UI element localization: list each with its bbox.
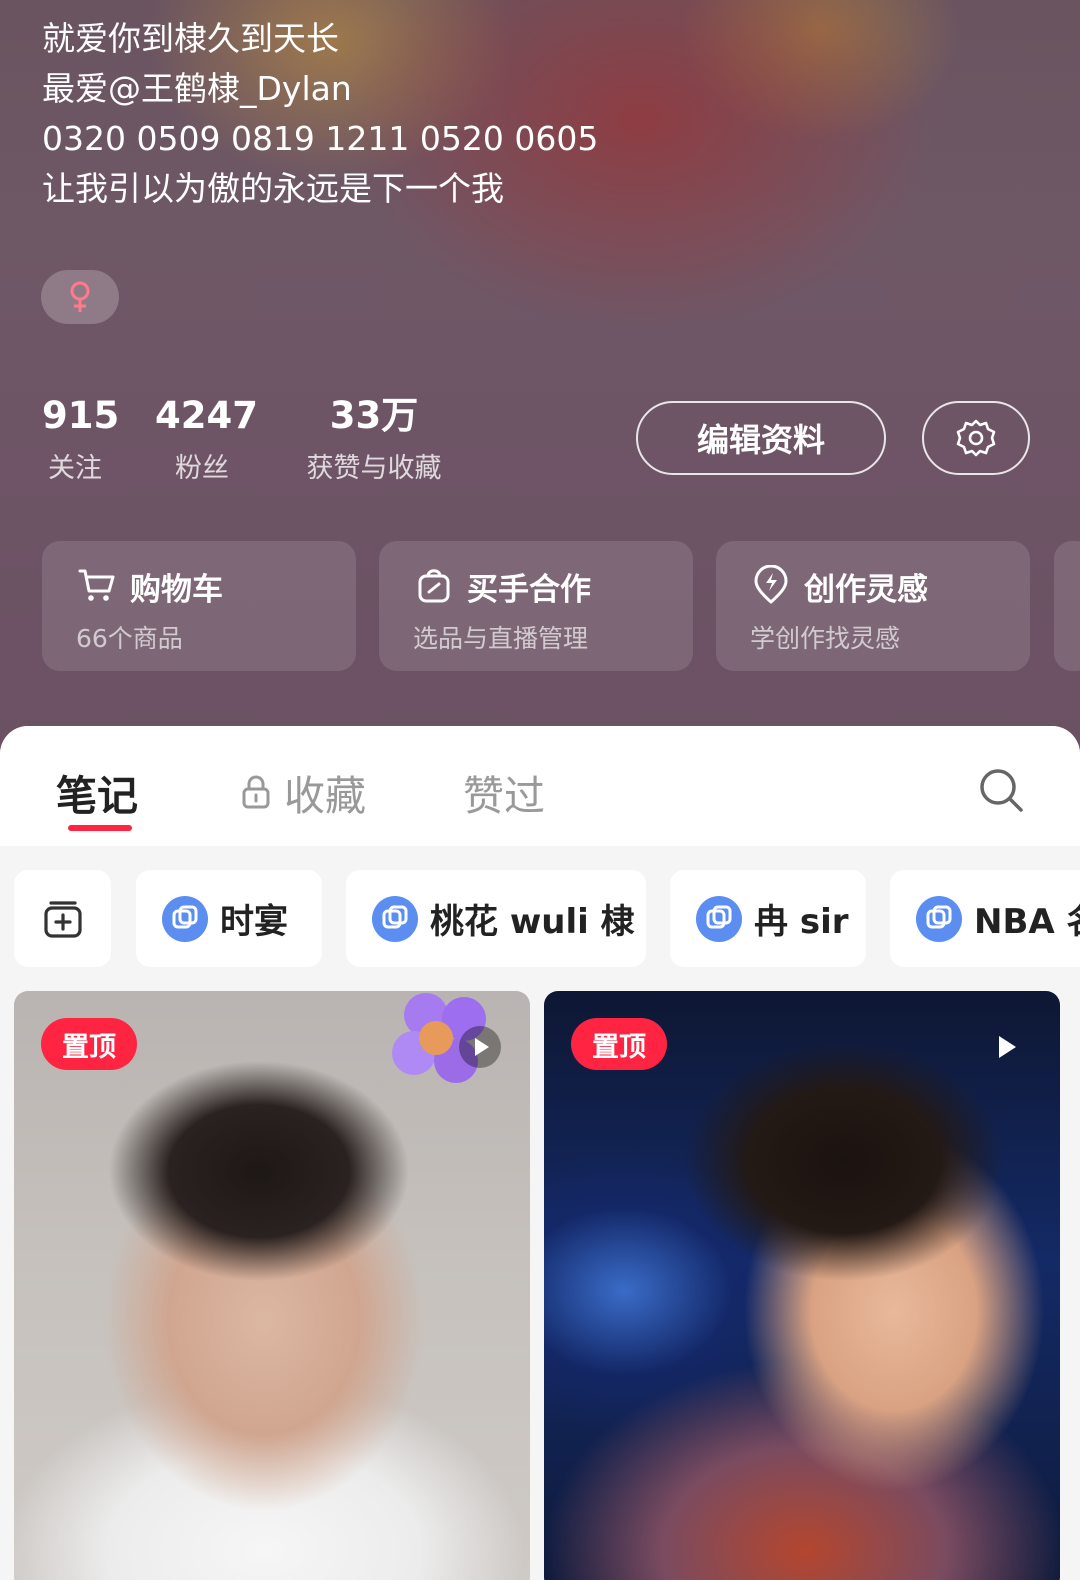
- bio-line: 就爱你到棣久到天长: [42, 19, 339, 58]
- album-chip-label: 冉 sir: [754, 902, 849, 942]
- following-count: 915: [42, 394, 120, 437]
- album-chip-label: 桃花 wuli 棣: [430, 902, 635, 942]
- album-chip-label: 时宴: [220, 902, 288, 942]
- card-cart[interactable]: 购物车 66个商品: [42, 541, 356, 671]
- post-card[interactable]: 置顶: [14, 991, 530, 1580]
- video-indicator: [985, 1026, 1027, 1068]
- bio-line: 最爱@王鹤棣_Dylan: [42, 69, 352, 108]
- post-card[interactable]: 置顶: [544, 991, 1060, 1580]
- followers-count: 4247: [155, 394, 258, 437]
- album-chip-label: NBA 名: [974, 902, 1080, 942]
- gear-icon: [956, 419, 996, 457]
- album-chip[interactable]: NBA 名: [890, 870, 1080, 967]
- album-icon: [696, 895, 742, 942]
- tab-liked[interactable]: 赞过: [463, 762, 545, 822]
- stat-likes[interactable]: 33万 获赞与收藏: [296, 392, 452, 485]
- settings-button[interactable]: [922, 401, 1030, 475]
- profile-bio: 就爱你到棣久到天长 最爱@王鹤棣_Dylan 0320 0509 0819 12…: [42, 14, 598, 214]
- card-more[interactable]: [1054, 541, 1080, 671]
- album-icon: [372, 895, 418, 942]
- album-icon: [916, 895, 962, 942]
- card-title: 买手合作: [467, 572, 591, 608]
- add-album-icon: [44, 900, 82, 938]
- card-title: 创作灵感: [804, 572, 928, 608]
- tab-collections[interactable]: 收藏: [240, 762, 366, 822]
- content-panel: 笔记 收藏 赞过 时宴 桃花 wuli 棣 冉 sir NBA 置顶 置顶: [0, 726, 1080, 1580]
- bio-line: 0320 0509 0819 1211 0520 0605: [42, 119, 599, 158]
- pinned-badge: 置顶: [41, 1018, 137, 1070]
- play-icon: [459, 1026, 501, 1068]
- lock-icon: [242, 775, 270, 809]
- add-album-button[interactable]: [14, 870, 111, 967]
- cart-icon: [77, 565, 117, 609]
- play-icon: [999, 1036, 1016, 1058]
- bulb-icon: [751, 564, 791, 609]
- card-inspiration[interactable]: 创作灵感 学创作找灵感: [716, 541, 1030, 671]
- tab-label: 赞过: [463, 772, 545, 820]
- tab-notes[interactable]: 笔记: [56, 762, 138, 822]
- followers-label: 粉丝: [175, 453, 229, 484]
- search-button[interactable]: [977, 766, 1025, 818]
- card-subtitle: 学创作找灵感: [750, 624, 901, 653]
- bio-line: 让我引以为傲的永远是下一个我: [42, 169, 504, 208]
- search-icon: [980, 769, 1023, 812]
- card-subtitle: 66个商品: [76, 624, 183, 653]
- edit-profile-button[interactable]: 编辑资料: [636, 401, 886, 475]
- female-icon: [70, 281, 90, 312]
- card-title: 购物车: [130, 572, 223, 608]
- bag-icon: [414, 565, 454, 609]
- pinned-badge: 置顶: [571, 1018, 667, 1070]
- card-buyer[interactable]: 买手合作 选品与直播管理: [379, 541, 693, 671]
- album-chip[interactable]: 冉 sir: [670, 870, 866, 967]
- album-chip[interactable]: 桃花 wuli 棣: [346, 870, 646, 967]
- tab-bar: 笔记 收藏 赞过: [0, 726, 1080, 846]
- tab-label: 笔记: [56, 772, 138, 820]
- stat-following[interactable]: 915 关注: [42, 392, 120, 485]
- album-icon: [162, 895, 208, 942]
- gender-badge: [41, 270, 119, 324]
- likes-label: 获赞与收藏: [306, 453, 442, 484]
- album-chip[interactable]: 时宴: [136, 870, 322, 967]
- active-tab-indicator: [68, 825, 132, 831]
- following-label: 关注: [48, 453, 102, 484]
- video-indicator: [459, 1026, 501, 1068]
- likes-count: 33万: [329, 394, 419, 437]
- stat-followers[interactable]: 4247 粉丝: [155, 392, 258, 485]
- profile-header: 就爱你到棣久到天长 最爱@王鹤棣_Dylan 0320 0509 0819 12…: [0, 0, 1080, 760]
- card-subtitle: 选品与直播管理: [413, 624, 589, 653]
- tab-label: 收藏: [284, 772, 366, 820]
